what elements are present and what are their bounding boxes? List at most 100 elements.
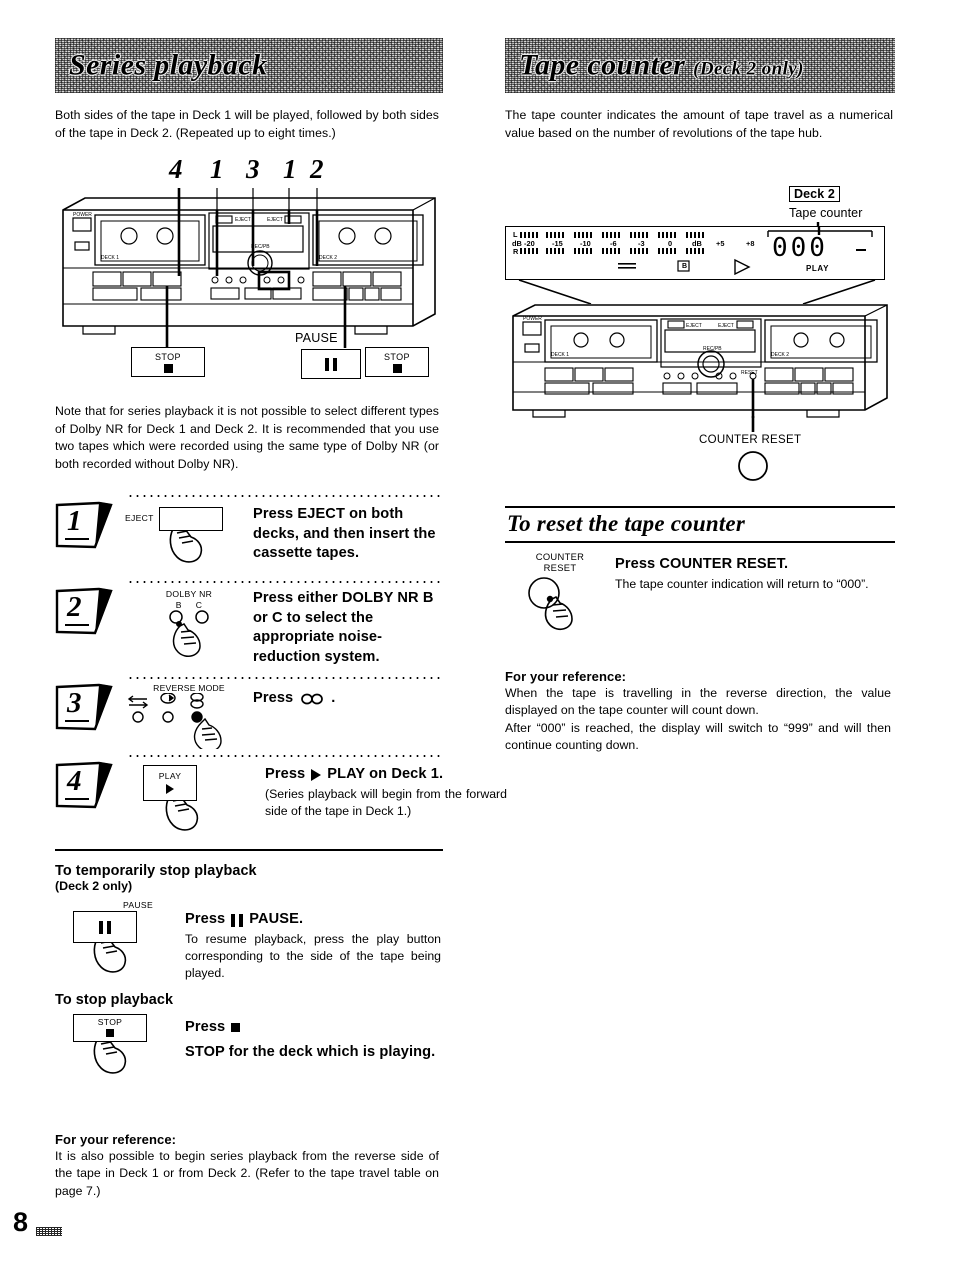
reference-body-right-2: After “000” is reached, the display will… — [505, 720, 891, 753]
callout-label: STOP — [384, 351, 410, 362]
step-3-lead-prefix: Press — [253, 690, 294, 706]
section-title-temporarily-stop: To temporarily stop playback — [55, 863, 257, 880]
section-title-right: Tape counter (Deck 2 only) — [519, 47, 804, 81]
step-number-badge-2: 2 — [55, 583, 125, 639]
section-divider — [55, 849, 443, 852]
svg-text:POWER: POWER — [73, 212, 92, 218]
deck2-label-art-right: DECK 2 — [771, 352, 789, 358]
step-number: 1 — [67, 505, 82, 537]
manual-page: Series playback Both sides of the tape i… — [0, 0, 954, 1275]
dolby-b-label: B — [175, 600, 182, 610]
svg-text:REC/PB: REC/PB — [251, 244, 270, 250]
tape-counter-value: 000 — [772, 233, 828, 263]
step-divider — [127, 581, 443, 583]
counter-reset-control-graphic: COUNTER RESET — [505, 551, 615, 633]
db-tick--15: -15 — [552, 239, 563, 248]
section-reset-tape-counter: To reset the tape counter COUNTER RESET — [505, 506, 895, 633]
pause-bars-icon — [231, 913, 244, 927]
db-tick--10: -10 — [580, 239, 591, 248]
stop-square-icon — [106, 1029, 114, 1038]
play-triangle-icon — [311, 768, 322, 781]
counter-reset-callout: COUNTER RESET — [505, 416, 895, 486]
intro-paragraph: Both sides of the tape in Deck 1 will be… — [55, 108, 439, 140]
infinity-loop-icon — [301, 693, 324, 705]
callout-number-3: 3 — [246, 154, 260, 184]
db-tick--6: -6 — [610, 239, 617, 248]
reference-body-left: It is also possible to begin series play… — [55, 1148, 439, 1198]
pause-lead-suffix: PAUSE. — [249, 911, 304, 928]
diagram-callout-boxes: STOP PAUSE STOP — [55, 331, 443, 381]
pause-detail: To resume playback, press the play butto… — [185, 931, 441, 980]
step-2-control: DOLBY NR B C — [125, 587, 253, 662]
reference-right: For your reference: When the tape is tra… — [505, 669, 895, 755]
callout-number-4: 4 — [169, 154, 183, 184]
control-label-eject: EJECT — [125, 513, 154, 523]
step-4-lead-prefix: Press — [265, 766, 306, 782]
step-1: 1 EJECT Press EJECT on both decks, and t… — [55, 495, 443, 567]
db-tick--3: -3 — [638, 239, 645, 248]
step-3: 3 REVERSE MODE Press . — [55, 677, 443, 749]
svg-text:EJECT: EJECT — [267, 217, 283, 223]
control-label-counter-reset: COUNTER RESET — [535, 550, 585, 573]
page-number: 8 — [13, 1207, 29, 1237]
step-3-control: REVERSE MODE — [125, 683, 253, 749]
callout-number-1b: 1 — [283, 154, 297, 184]
step-divider — [127, 495, 443, 497]
step-4-detail: (Series playback will begin from the for… — [265, 786, 507, 818]
section-header-tape-counter: Tape counter (Deck 2 only) — [505, 38, 895, 93]
stop-square-icon — [163, 363, 173, 373]
reference-body-right-1: When the tape is travelling in the rever… — [505, 685, 891, 718]
eject-key[interactable] — [158, 507, 223, 531]
svg-text:RESET: RESET — [741, 370, 758, 376]
step-4-lead-suffix: PLAY on Deck 1. — [327, 766, 444, 782]
play-key[interactable]: PLAY — [143, 765, 197, 801]
stop-key[interactable]: STOP — [73, 1013, 147, 1042]
step-3-text: Press . — [253, 683, 443, 709]
control-label-dolby-nr: DOLBY NR — [165, 589, 213, 599]
counter-trailing-dash — [856, 249, 866, 252]
meter-label-right: R — [513, 247, 519, 256]
reference-title-left: For your reference: — [55, 1131, 177, 1147]
play-triangle-icon — [166, 783, 174, 794]
step-number-badge-4: 4 — [55, 757, 125, 813]
step-number: 3 — [67, 687, 82, 719]
note-paragraph: Note that for series playback it is not … — [55, 404, 439, 471]
deck1-label-art-right: DECK 1 — [551, 352, 569, 358]
db-tick-0: 0 — [668, 239, 673, 248]
right-column: Tape counter (Deck 2 only) The tape coun… — [505, 38, 895, 755]
reset-lead: Press COUNTER RESET. — [615, 555, 789, 572]
callout-box-stop-deck1: STOP — [131, 347, 205, 377]
db-tick-db: dB — [692, 239, 702, 248]
control-label-stop: STOP — [97, 1017, 123, 1028]
step-1-text: Press EJECT on both decks, and then inse… — [253, 501, 443, 564]
control-label-reverse-mode: REVERSE MODE — [153, 683, 225, 693]
deck-illustration-left: POWER DECK 1 DECK 2 EJECT EJECT REC/PB — [55, 188, 443, 363]
step-4: 4 PLAY Press PLAY on Deck 1. (Series pla… — [55, 755, 507, 835]
step-number: 4 — [67, 765, 82, 797]
db-tick-+8: +8 — [746, 239, 755, 248]
dolby-c-label: C — [195, 600, 203, 610]
pause-key[interactable] — [73, 911, 137, 944]
callout-box-stop-deck2: STOP — [365, 347, 429, 377]
reference-title-right: For your reference: — [505, 668, 627, 684]
db-tick--20: -20 — [524, 239, 535, 248]
dolby-b-indicator: B — [682, 263, 688, 270]
step-number-badge-1: 1 — [55, 497, 125, 553]
step-2-text: Press either DOLBY NR B or C to select t… — [253, 587, 443, 667]
play-indicator-label: PLAY — [806, 264, 830, 273]
reset-section-title: To reset the tape counter — [507, 511, 745, 537]
callout-number-2: 2 — [310, 154, 324, 184]
section-subtitle-temporarily-stop: (Deck 2 only) — [55, 879, 133, 894]
step-4-control: PLAY — [125, 761, 271, 835]
db-label: dB — [512, 239, 522, 248]
section-temporarily-stop: To temporarily stop playback (Deck 2 onl… — [55, 863, 443, 982]
callout-label: STOP — [155, 351, 181, 362]
step-divider — [127, 677, 443, 679]
step-divider — [127, 755, 443, 757]
stop-lead-suffix: STOP for the deck which is playing. — [185, 1044, 436, 1061]
reset-section-rule-bottom — [505, 541, 895, 543]
step-2: 2 DOLBY NR B C Press either DOLBY NR B o… — [55, 581, 443, 667]
callout-number-1a: 1 — [210, 154, 224, 184]
left-column: Series playback Both sides of the tape i… — [55, 38, 507, 1200]
counter-reset-instruction: Press COUNTER RESET. The tape counter in… — [615, 551, 895, 594]
